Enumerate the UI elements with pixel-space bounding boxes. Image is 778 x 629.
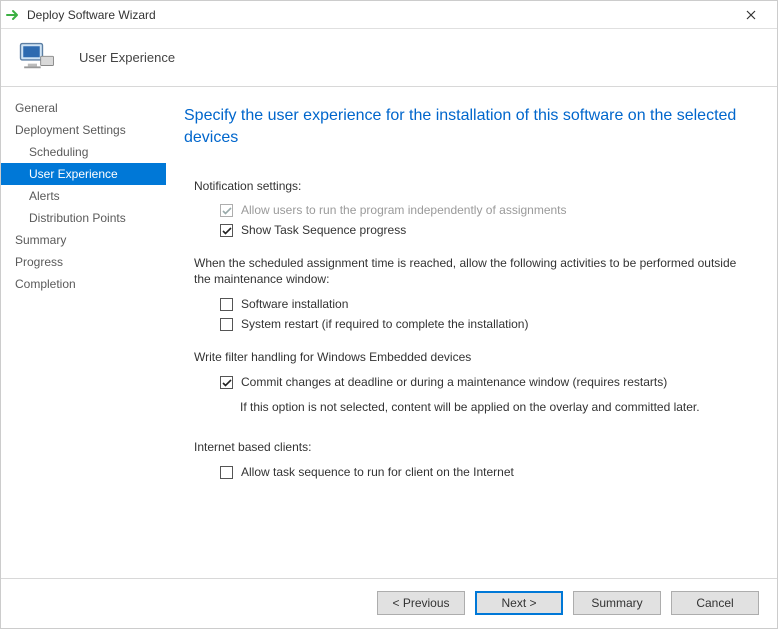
show-ts-progress-row[interactable]: Show Task Sequence progress xyxy=(220,223,753,237)
commit-changes-row[interactable]: Commit changes at deadline or during a m… xyxy=(220,375,753,389)
allow-independent-row: Allow users to run the program independe… xyxy=(220,203,753,217)
software-install-label: Software installation xyxy=(241,297,348,311)
allow-independent-label: Allow users to run the program independe… xyxy=(241,203,567,217)
nav-item-summary[interactable]: Summary xyxy=(1,229,166,251)
page-heading: Specify the user experience for the inst… xyxy=(184,105,753,149)
nav-item-deployment-settings[interactable]: Deployment Settings xyxy=(1,119,166,141)
summary-button[interactable]: Summary xyxy=(573,591,661,615)
cancel-button[interactable]: Cancel xyxy=(671,591,759,615)
titlebar: Deploy Software Wizard xyxy=(1,1,777,29)
close-button[interactable] xyxy=(731,2,771,28)
next-button[interactable]: Next > xyxy=(475,591,563,615)
wizard-header: User Experience xyxy=(1,29,777,87)
nav-item-general[interactable]: General xyxy=(1,97,166,119)
nav-item-alerts[interactable]: Alerts xyxy=(1,185,166,207)
nav-item-progress[interactable]: Progress xyxy=(1,251,166,273)
software-install-row[interactable]: Software installation xyxy=(220,297,753,311)
system-restart-label: System restart (if required to complete … xyxy=(241,317,528,331)
wizard-arrow-icon xyxy=(5,7,21,23)
commit-changes-checkbox[interactable] xyxy=(220,376,233,389)
show-ts-progress-label: Show Task Sequence progress xyxy=(241,223,406,237)
step-title: User Experience xyxy=(79,50,175,65)
allow-internet-label: Allow task sequence to run for client on… xyxy=(241,465,514,479)
allow-internet-checkbox[interactable] xyxy=(220,466,233,479)
software-install-checkbox[interactable] xyxy=(220,298,233,311)
wizard-footer: < Previous Next > Summary Cancel xyxy=(1,578,777,626)
allow-independent-checkbox xyxy=(220,204,233,217)
window-title: Deploy Software Wizard xyxy=(27,8,156,22)
nav-item-completion[interactable]: Completion xyxy=(1,273,166,295)
system-restart-checkbox[interactable] xyxy=(220,318,233,331)
writefilter-label: Write filter handling for Windows Embedd… xyxy=(194,349,753,365)
previous-button[interactable]: < Previous xyxy=(377,591,465,615)
commit-note: If this option is not selected, content … xyxy=(240,399,753,415)
notification-settings-label: Notification settings: xyxy=(194,179,753,193)
nav-item-distribution-points[interactable]: Distribution Points xyxy=(1,207,166,229)
nav-item-user-experience[interactable]: User Experience xyxy=(1,163,166,185)
commit-changes-label: Commit changes at deadline or during a m… xyxy=(241,375,667,389)
main-panel: Specify the user experience for the inst… xyxy=(166,87,777,578)
computer-icon xyxy=(15,38,59,78)
internet-clients-label: Internet based clients: xyxy=(194,439,753,455)
show-ts-progress-checkbox[interactable] xyxy=(220,224,233,237)
system-restart-row[interactable]: System restart (if required to complete … xyxy=(220,317,753,331)
nav-item-scheduling[interactable]: Scheduling xyxy=(1,141,166,163)
wizard-nav: GeneralDeployment SettingsSchedulingUser… xyxy=(1,87,166,578)
assignment-paragraph: When the scheduled assignment time is re… xyxy=(194,255,753,287)
allow-internet-row[interactable]: Allow task sequence to run for client on… xyxy=(220,465,753,479)
